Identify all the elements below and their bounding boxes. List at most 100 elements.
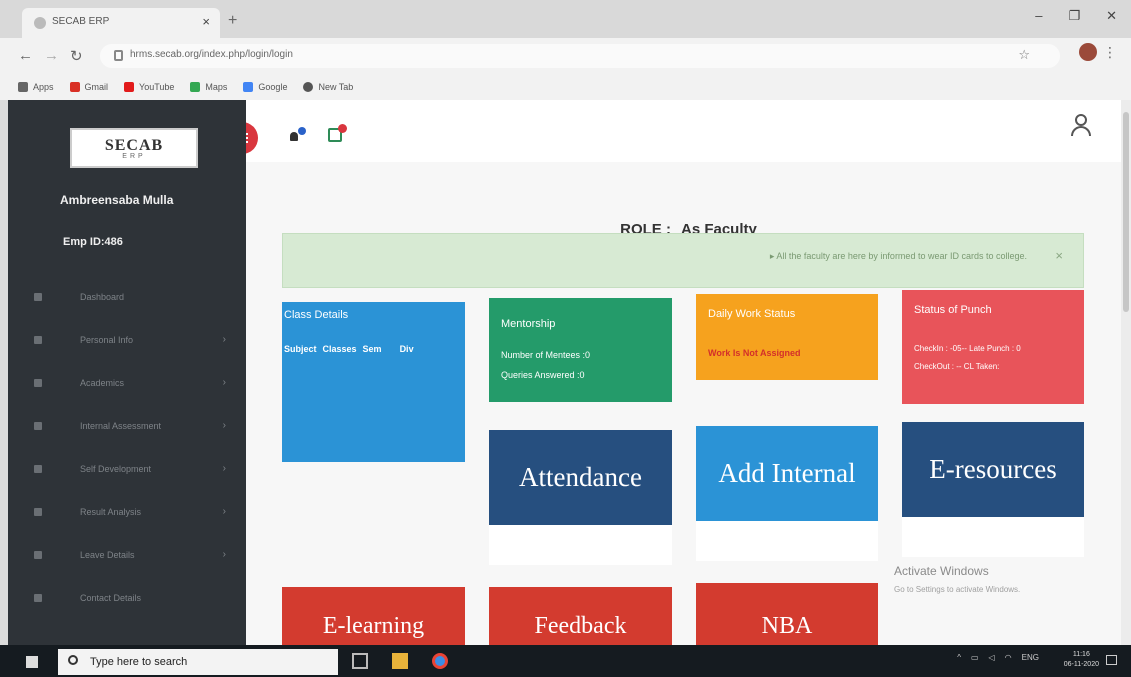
class-details-card[interactable]: Class Details Subject Classes Sem Div bbox=[282, 302, 465, 462]
class-table-header: Subject Classes Sem Div bbox=[284, 344, 414, 354]
browser-menu-icon[interactable]: ⋮ bbox=[1103, 44, 1117, 61]
input-language[interactable]: ENG bbox=[1022, 653, 1039, 662]
calendar-icon bbox=[34, 550, 42, 559]
chevron-right-icon: › bbox=[222, 420, 226, 431]
chrome-icon[interactable] bbox=[432, 653, 448, 669]
minimize-button[interactable]: – bbox=[1035, 8, 1042, 24]
work-status-text: Work Is Not Assigned bbox=[708, 348, 801, 358]
sidebar-item-internal-assessment[interactable]: Internal Assessment › bbox=[8, 404, 246, 447]
chevron-right-icon: › bbox=[222, 334, 226, 345]
notice-alert: ▸ All the faculty are here by informed t… bbox=[282, 233, 1084, 288]
page-scrollbar[interactable] bbox=[1121, 100, 1131, 645]
user-profile-icon[interactable] bbox=[1071, 114, 1091, 138]
close-window-button[interactable]: ✕ bbox=[1106, 8, 1117, 24]
bookmark-new-tab[interactable]: New Tab bbox=[303, 82, 353, 92]
sidebar-menu: Dashboard Personal Info › Academics › Inte… bbox=[8, 275, 246, 619]
volume-icon[interactable]: ◁ bbox=[989, 653, 995, 662]
browser-tab[interactable]: SECAB ERP × bbox=[22, 8, 220, 38]
tab-close-icon[interactable]: × bbox=[202, 14, 210, 29]
chevron-up-icon[interactable]: ^ bbox=[957, 653, 961, 662]
sidebar: SECAB ERP Ambreensaba Mulla Emp ID:486 D… bbox=[8, 100, 246, 645]
card-title: Mentorship bbox=[501, 318, 556, 330]
url-text[interactable]: hrms.secab.org/index.php/login/login bbox=[130, 49, 293, 60]
assessment-icon bbox=[34, 421, 42, 430]
new-tab-button[interactable]: + bbox=[228, 12, 237, 30]
alerts-icon[interactable] bbox=[328, 124, 350, 142]
sidebar-item-personal-info[interactable]: Personal Info › bbox=[8, 318, 246, 361]
taskbar-search-input[interactable]: Type here to search bbox=[58, 649, 338, 675]
sidebar-item-dashboard[interactable]: Dashboard bbox=[8, 275, 246, 318]
menu-icon bbox=[246, 133, 248, 143]
notice-text: ▸ All the faculty are here by informed t… bbox=[769, 251, 1027, 261]
checkin-text: CheckIn : -05-- Late Punch : 0 bbox=[914, 344, 1021, 353]
system-clock[interactable]: 11:16 06-11-2020 bbox=[1064, 650, 1099, 670]
scrollbar-thumb[interactable] bbox=[1123, 112, 1129, 312]
logo-subtext: ERP bbox=[122, 152, 146, 160]
card-title: Daily Work Status bbox=[708, 308, 796, 320]
search-placeholder: Type here to search bbox=[90, 656, 188, 668]
restore-button[interactable]: ❐ bbox=[1068, 8, 1080, 24]
user-name: Ambreensaba Mulla bbox=[60, 193, 174, 207]
top-header bbox=[246, 100, 1121, 162]
close-icon[interactable]: × bbox=[1055, 248, 1063, 263]
bookmark-apps[interactable]: Apps bbox=[18, 82, 54, 92]
browser-toolbar: ← → ↻ hrms.secab.org/index.php/login/log… bbox=[0, 38, 1131, 74]
address-bar[interactable]: hrms.secab.org/index.php/login/login ☆ bbox=[100, 44, 1060, 68]
queries-answered: Queries Answered :0 bbox=[501, 370, 585, 380]
chevron-right-icon: › bbox=[222, 549, 226, 560]
main-content: ROLE : As Faculty ▸ All the faculty are h… bbox=[246, 100, 1121, 645]
youtube-icon bbox=[124, 82, 135, 92]
tab-title: SECAB ERP bbox=[52, 16, 110, 27]
sidebar-item-self-development[interactable]: Self Development › bbox=[8, 447, 246, 490]
e-learning-tile[interactable]: E-learning bbox=[282, 587, 465, 645]
forward-arrow-icon[interactable]: → bbox=[44, 47, 59, 64]
windows-start-icon[interactable] bbox=[26, 656, 38, 668]
window-controls: – ❐ ✕ bbox=[1035, 8, 1117, 24]
search-icon bbox=[68, 655, 78, 665]
card-title: Status of Punch bbox=[914, 304, 992, 316]
user-icon bbox=[34, 464, 42, 473]
action-center-icon[interactable] bbox=[1106, 655, 1117, 665]
activate-windows-title: Activate Windows bbox=[894, 564, 989, 578]
bookmark-gmail[interactable]: Gmail bbox=[69, 82, 108, 92]
task-view-icon[interactable] bbox=[352, 653, 368, 669]
back-arrow-icon[interactable]: ← bbox=[18, 47, 33, 64]
attendance-tile[interactable]: Attendance bbox=[489, 430, 672, 525]
maps-icon bbox=[190, 82, 201, 92]
e-resources-tile-footer bbox=[902, 517, 1084, 557]
google-icon bbox=[243, 82, 254, 92]
secab-logo[interactable]: SECAB ERP bbox=[70, 128, 198, 168]
chevron-right-icon: › bbox=[222, 463, 226, 474]
sidebar-item-contact-details[interactable]: Contact Details bbox=[8, 576, 246, 619]
sidebar-item-leave-details[interactable]: Leave Details › bbox=[8, 533, 246, 576]
file-explorer-icon[interactable] bbox=[392, 653, 408, 669]
chart-icon bbox=[34, 507, 42, 516]
person-icon bbox=[34, 335, 42, 344]
nba-tile[interactable]: NBA bbox=[696, 583, 878, 645]
sidebar-item-academics[interactable]: Academics › bbox=[8, 361, 246, 404]
globe-icon bbox=[303, 82, 314, 92]
bookmark-youtube[interactable]: YouTube bbox=[124, 82, 174, 92]
mentorship-card[interactable]: Mentorship Number of Mentees :0 Queries … bbox=[489, 298, 672, 402]
battery-icon[interactable]: ▭ bbox=[971, 653, 979, 662]
sidebar-item-result-analysis[interactable]: Result Analysis › bbox=[8, 490, 246, 533]
apps-grid-icon bbox=[18, 82, 28, 92]
activate-windows-subtitle: Go to Settings to activate Windows. bbox=[894, 585, 1021, 594]
bookmark-star-icon[interactable]: ☆ bbox=[1018, 47, 1030, 63]
punch-status-card[interactable]: Status of Punch CheckIn : -05-- Late Pun… bbox=[902, 290, 1084, 404]
daily-work-status-card[interactable]: Daily Work Status Work Is Not Assigned bbox=[696, 294, 878, 380]
notifications-icon[interactable] bbox=[290, 127, 310, 141]
e-resources-tile[interactable]: E-resources bbox=[902, 422, 1084, 517]
add-internal-tile[interactable]: Add Internal bbox=[696, 426, 878, 521]
bookmark-maps[interactable]: Maps bbox=[190, 82, 227, 92]
reload-icon[interactable]: ↻ bbox=[70, 47, 83, 65]
feedback-tile[interactable]: Feedback bbox=[489, 587, 672, 645]
chevron-right-icon: › bbox=[222, 506, 226, 517]
employee-id: Emp ID:486 bbox=[63, 236, 123, 248]
bookmark-google[interactable]: Google bbox=[243, 82, 287, 92]
bookmarks-bar: Apps Gmail YouTube Maps Google New Tab bbox=[0, 74, 1131, 100]
chevron-right-icon: › bbox=[222, 377, 226, 388]
profile-avatar[interactable] bbox=[1079, 43, 1097, 61]
checkout-text: CheckOut : -- CL Taken: bbox=[914, 362, 1000, 371]
wifi-icon[interactable]: ◠ bbox=[1005, 653, 1012, 662]
